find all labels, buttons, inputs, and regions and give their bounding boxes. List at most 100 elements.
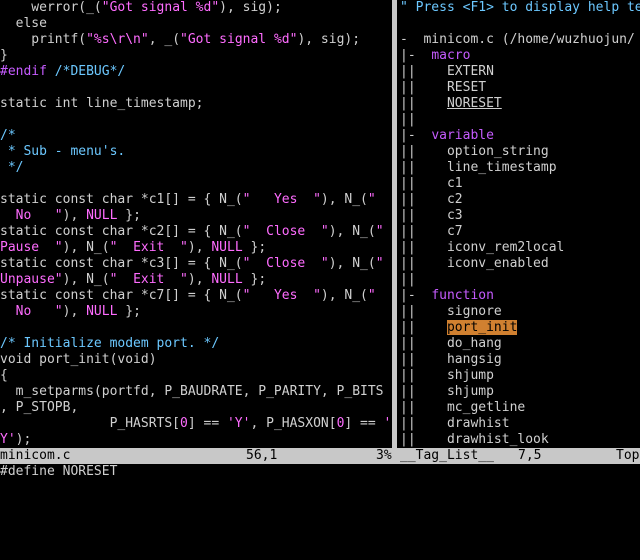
- editor-pane[interactable]: werror(_("Got signal %d"), sig); else pr…: [0, 0, 388, 448]
- code-line[interactable]: [0, 176, 388, 192]
- code-token: , _(: [148, 32, 181, 47]
- code-token: };: [242, 240, 267, 255]
- taglist-item[interactable]: RESET: [447, 80, 486, 95]
- taglist-group[interactable]: |- variable: [400, 128, 640, 144]
- taglist-item-line[interactable]: || signore: [400, 304, 640, 320]
- taglist-item-line[interactable]: || shjump: [400, 384, 640, 400]
- code-line[interactable]: P_HASRTS[0] == 'Y', P_HASXON[0] == ': [0, 416, 388, 432]
- taglist-group[interactable]: |- function: [400, 288, 640, 304]
- taglist-item[interactable]: iconv_rem2local: [447, 240, 564, 255]
- taglist-item-line[interactable]: || c1: [400, 176, 640, 192]
- taglist-item[interactable]: drawhist: [447, 416, 510, 431]
- code-line[interactable]: Y');: [0, 432, 388, 448]
- code-line[interactable]: werror(_("Got signal %d"), sig);: [0, 0, 388, 16]
- code-token: ),: [62, 208, 87, 223]
- taglist-item[interactable]: mc_getline: [447, 400, 525, 415]
- code-line[interactable]: static const char *c7[] = { N_(" Yes "),…: [0, 288, 388, 304]
- code-line[interactable]: #endif /*DEBUG*/: [0, 64, 388, 80]
- code-line[interactable]: Pause "), N_(" Exit "), NULL };: [0, 240, 388, 256]
- taglist-item[interactable]: c2: [447, 192, 463, 207]
- code-line[interactable]: m_setparms(portfd, P_BAUDRATE, P_PARITY,…: [0, 384, 388, 400]
- taglist-item-line[interactable]: || drawhist: [400, 416, 640, 432]
- fold-marker: ||: [400, 80, 447, 95]
- taglist-item[interactable]: line_timestamp: [447, 160, 557, 175]
- taglist-item-line[interactable]: || iconv_enabled: [400, 256, 640, 272]
- taglist-item-line[interactable]: || c7: [400, 224, 640, 240]
- code-token: ), N_(: [328, 224, 376, 239]
- code-line[interactable]: */: [0, 160, 388, 176]
- taglist-file-line[interactable]: - minicom.c (/home/wuzhuojun/: [400, 32, 640, 48]
- taglist-item-line[interactable]: || mc_getline: [400, 400, 640, 416]
- code-token: " Yes ": [242, 192, 321, 207]
- taglist-item-line[interactable]: || option_string: [400, 144, 640, 160]
- code-line[interactable]: No "), NULL };: [0, 208, 388, 224]
- code-token: Y': [0, 432, 16, 447]
- code-line[interactable]: /* Initialize modem port. */: [0, 336, 388, 352]
- taglist-item[interactable]: option_string: [447, 144, 549, 159]
- code-token: ] ==: [344, 416, 384, 431]
- taglist-item[interactable]: NORESET: [447, 96, 502, 111]
- code-token: 0: [180, 416, 188, 431]
- taglist-item-line[interactable]: || c3: [400, 208, 640, 224]
- taglist-item-line[interactable]: || c2: [400, 192, 640, 208]
- taglist-item[interactable]: drawhist_look: [447, 432, 549, 447]
- code-line[interactable]: [0, 112, 388, 128]
- taglist-item[interactable]: shjump: [447, 384, 494, 399]
- taglist-pane[interactable]: " Press <F1> to display help text - minic…: [400, 0, 640, 448]
- code-line[interactable]: [0, 80, 388, 96]
- taglist-item-line[interactable]: || shjump: [400, 368, 640, 384]
- code-line[interactable]: void port_init(void): [0, 352, 388, 368]
- code-token: ": [375, 224, 384, 239]
- taglist-group-variable[interactable]: variable: [431, 128, 494, 143]
- code-line[interactable]: }: [0, 48, 388, 64]
- code-line[interactable]: /*: [0, 128, 388, 144]
- taglist-item-line[interactable]: || line_timestamp: [400, 160, 640, 176]
- taglist-item-line[interactable]: || EXTERN: [400, 64, 640, 80]
- taglist-file[interactable]: - minicom.c (/home/wuzhuojun/: [400, 32, 635, 47]
- taglist-item[interactable]: c3: [447, 208, 463, 223]
- code-token: */: [0, 160, 24, 175]
- code-token: * Sub - menu's.: [0, 144, 126, 159]
- code-token: printf(: [0, 32, 87, 47]
- fold-marker: ||: [400, 64, 447, 79]
- taglist-item[interactable]: c7: [447, 224, 463, 239]
- taglist-item[interactable]: port_init: [446, 320, 518, 335]
- taglist-group[interactable]: |- macro: [400, 48, 640, 64]
- code-token: ),: [62, 304, 87, 319]
- code-line[interactable]: static const char *c3[] = { N_(" Close "…: [0, 256, 388, 272]
- taglist-group-macro[interactable]: macro: [431, 48, 470, 63]
- taglist-item-line[interactable]: || NORESET: [400, 96, 640, 112]
- code-line[interactable]: else: [0, 16, 388, 32]
- taglist-item-line[interactable]: || drawhist_look: [400, 432, 640, 448]
- code-line[interactable]: Unpause"), N_(" Exit "), NULL };: [0, 272, 388, 288]
- code-line[interactable]: {: [0, 368, 388, 384]
- code-line[interactable]: No "), NULL };: [0, 304, 388, 320]
- code-token: #endif: [0, 64, 47, 79]
- code-line[interactable]: , P_STOPB,: [0, 400, 388, 416]
- fold-marker: ||: [400, 144, 447, 159]
- code-token: ), N_(: [62, 272, 110, 287]
- taglist-item[interactable]: hangsig: [447, 352, 502, 367]
- taglist-item[interactable]: shjump: [447, 368, 494, 383]
- code-line[interactable]: static const char *c1[] = { N_(" Yes "),…: [0, 192, 388, 208]
- taglist-item-line[interactable]: || iconv_rem2local: [400, 240, 640, 256]
- fold-marker: ||: [400, 208, 447, 223]
- taglist-item-line[interactable]: || hangsig: [400, 352, 640, 368]
- fold-marker: ||: [400, 176, 447, 191]
- taglist-item-line[interactable]: || do_hang: [400, 336, 640, 352]
- taglist-item[interactable]: signore: [447, 304, 502, 319]
- taglist-group-function[interactable]: function: [431, 288, 494, 303]
- command-line[interactable]: #define NORESET: [0, 464, 640, 480]
- taglist-item-line[interactable]: || port_init: [400, 320, 640, 336]
- code-line[interactable]: [0, 320, 388, 336]
- taglist-item[interactable]: EXTERN: [447, 64, 494, 79]
- taglist-item[interactable]: do_hang: [447, 336, 502, 351]
- code-line[interactable]: * Sub - menu's.: [0, 144, 388, 160]
- code-token: "Got signal %d": [180, 32, 298, 47]
- code-line[interactable]: static const char *c2[] = { N_(" Close "…: [0, 224, 388, 240]
- code-line[interactable]: static int line_timestamp;: [0, 96, 388, 112]
- taglist-item[interactable]: c1: [447, 176, 463, 191]
- taglist-item[interactable]: iconv_enabled: [447, 256, 549, 271]
- code-line[interactable]: printf("%s\r\n", _("Got signal %d"), sig…: [0, 32, 388, 48]
- taglist-item-line[interactable]: || RESET: [400, 80, 640, 96]
